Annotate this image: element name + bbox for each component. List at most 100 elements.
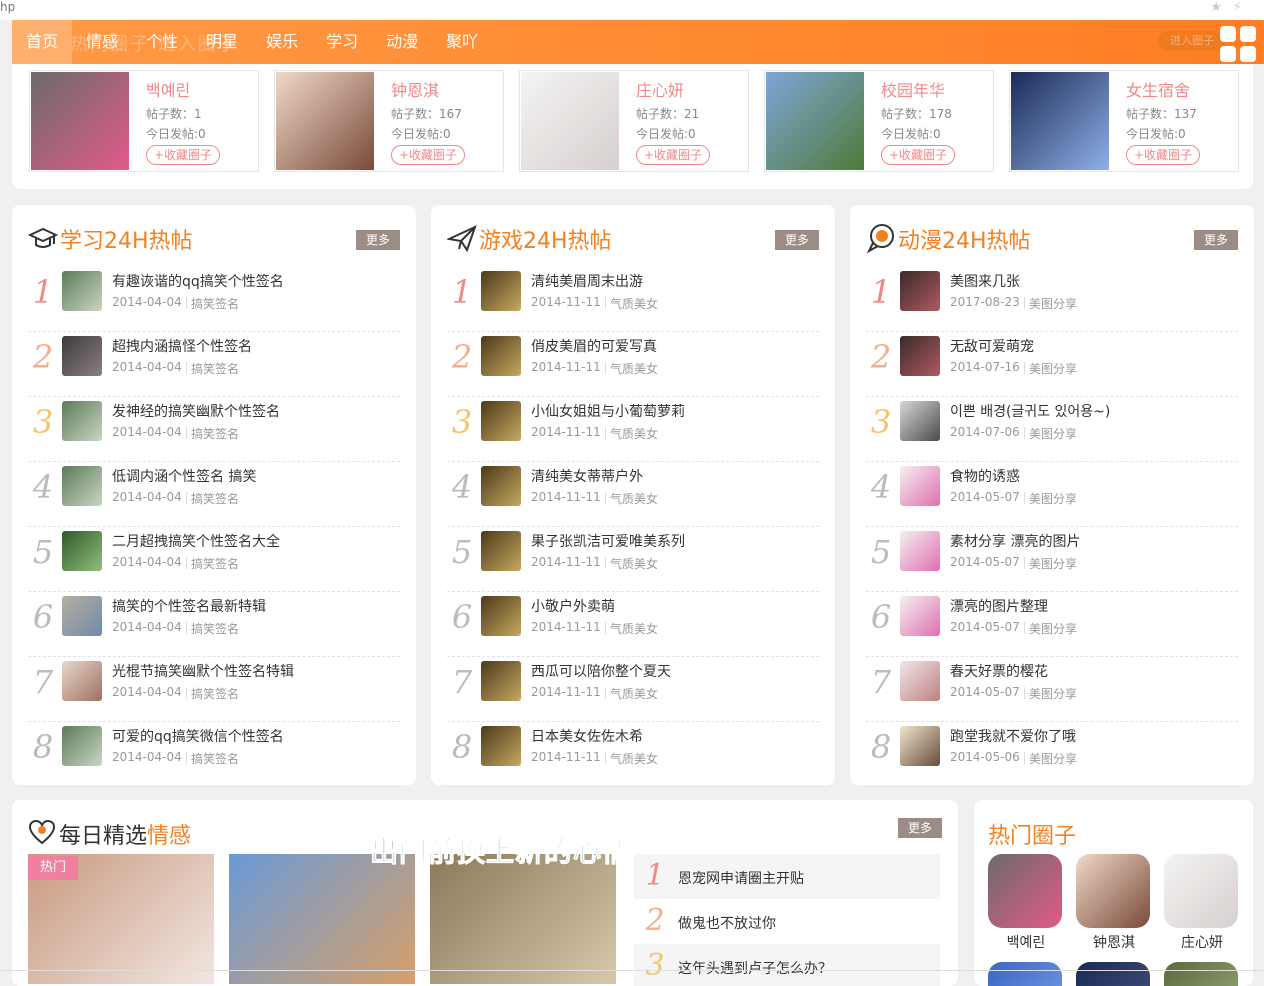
post-thumbnail[interactable] <box>62 726 102 766</box>
table-row[interactable]: 3 发神经的搞笑幽默个性签名 2014-04-04 搞笑签名 <box>28 397 400 462</box>
circle-thumbnail[interactable] <box>1011 72 1109 170</box>
news-title[interactable]: 做鬼也不放过你 <box>678 913 776 933</box>
table-row[interactable]: 8 日本美女佐佐木希 2014-11-11 气质美女 <box>447 722 819 787</box>
table-row[interactable]: 7 光棍节搞笑幽默个性签名特辑 2014-04-04 搞笑签名 <box>28 657 400 722</box>
daily-photo[interactable] <box>430 854 616 984</box>
post-category[interactable]: 气质美女 <box>610 425 658 442</box>
post-thumbnail[interactable] <box>481 596 521 636</box>
hot-circle-photo[interactable] <box>988 962 1062 986</box>
hot-circle-name[interactable]: 백예린 <box>988 932 1064 952</box>
table-row[interactable]: 5 果子张凯洁可爱唯美系列 2014-11-11 气质美女 <box>447 527 819 592</box>
circle-thumbnail[interactable] <box>276 72 374 170</box>
table-row[interactable]: 8 可爱的qq搞笑微信个性签名 2014-04-04 搞笑签名 <box>28 722 400 787</box>
post-thumbnail[interactable] <box>62 661 102 701</box>
post-category[interactable]: 气质美女 <box>610 750 658 767</box>
post-category[interactable]: 气质美女 <box>610 555 658 572</box>
post-category[interactable]: 搞笑签名 <box>191 295 239 312</box>
post-category[interactable]: 气质美女 <box>610 620 658 637</box>
table-row[interactable]: 7 春天好票的樱花 2014-05-07 美图分享 <box>866 657 1238 722</box>
post-category[interactable]: 美图分享 <box>1029 685 1077 702</box>
post-category[interactable]: 搞笑签名 <box>191 425 239 442</box>
table-row[interactable]: 6 搞笑的个性签名最新特辑 2014-04-04 搞笑签名 <box>28 592 400 657</box>
post-thumbnail[interactable] <box>900 466 940 506</box>
post-title[interactable]: 跑堂我就不爱你了哦 <box>950 726 1076 746</box>
table-row[interactable]: 3 이쁜 배경(글귀도 있어용~) 2014-07-06 美图分享 <box>866 397 1238 462</box>
post-title[interactable]: 春天好票的樱花 <box>950 661 1048 681</box>
post-category[interactable]: 美图分享 <box>1029 750 1077 767</box>
table-row[interactable]: 2 俏皮美眉的可爱写真 2014-11-11 气质美女 <box>447 332 819 397</box>
post-category[interactable]: 气质美女 <box>610 685 658 702</box>
grid-menu-icon[interactable] <box>1214 22 1264 64</box>
nav-item-study[interactable]: 学习 <box>312 20 372 64</box>
post-thumbnail[interactable] <box>62 401 102 441</box>
post-thumbnail[interactable] <box>900 336 940 376</box>
post-thumbnail[interactable] <box>481 726 521 766</box>
table-row[interactable]: 6 小敬户外卖萌 2014-11-11 气质美女 <box>447 592 819 657</box>
hot-circle-item[interactable]: 庄心妍 <box>1164 854 1240 952</box>
circle-thumbnail[interactable] <box>766 72 864 170</box>
post-category[interactable]: 搞笑签名 <box>191 490 239 507</box>
post-title[interactable]: 二月超拽搞笑个性签名大全 <box>112 531 280 551</box>
circle-thumbnail[interactable] <box>31 72 129 170</box>
post-thumbnail[interactable] <box>481 401 521 441</box>
favorite-circle-button[interactable]: +收藏圈子 <box>391 145 466 165</box>
post-thumbnail[interactable] <box>900 531 940 571</box>
circle-name[interactable]: 女生宿舍 <box>1126 77 1190 101</box>
post-title[interactable]: 低调内涵个性签名 搞笑 <box>112 466 256 486</box>
hot-circle-photo[interactable] <box>988 854 1062 928</box>
circle-card[interactable]: 백예린 帖子数：1 今日发帖:0 +收藏圈子 <box>29 70 259 172</box>
table-row[interactable]: 1 美图来几张 2017-08-23 美图分享 <box>866 267 1238 332</box>
post-title[interactable]: 可爱的qq搞笑微信个性签名 <box>112 726 284 746</box>
table-row[interactable]: 2 无敌可爱萌宠 2014-07-16 美图分享 <box>866 332 1238 397</box>
post-category[interactable]: 搞笑签名 <box>191 620 239 637</box>
favorite-circle-button[interactable]: +收藏圈子 <box>636 145 711 165</box>
favorite-circle-button[interactable]: +收藏圈子 <box>881 145 956 165</box>
star-icon[interactable]: ★ <box>1210 0 1222 15</box>
post-title[interactable]: 俏皮美眉的可爱写真 <box>531 336 657 356</box>
hot-circle-photo[interactable] <box>1076 962 1150 986</box>
post-category[interactable]: 气质美女 <box>610 360 658 377</box>
list-item[interactable]: 2 做鬼也不放过你 <box>634 899 940 944</box>
post-thumbnail[interactable] <box>62 271 102 311</box>
post-thumbnail[interactable] <box>900 726 940 766</box>
post-thumbnail[interactable] <box>481 531 521 571</box>
post-title[interactable]: 食物的诱惑 <box>950 466 1020 486</box>
address-bar-fragment[interactable]: hp <box>0 0 15 14</box>
post-category[interactable]: 美图分享 <box>1029 490 1077 507</box>
nav-item-anime[interactable]: 动漫 <box>372 20 432 64</box>
post-title[interactable]: 清纯美女蒂蒂户外 <box>531 466 643 486</box>
post-title[interactable]: 无敌可爱萌宠 <box>950 336 1034 356</box>
list-item[interactable]: 3 这年头遇到卢子怎么办？ <box>634 944 940 986</box>
post-title[interactable]: 小敬户外卖萌 <box>531 596 615 616</box>
post-title[interactable]: 搞笑的个性签名最新特辑 <box>112 596 266 616</box>
post-title[interactable]: 超拽内涵搞怪个性签名 <box>112 336 252 356</box>
post-category[interactable]: 美图分享 <box>1029 360 1077 377</box>
post-title[interactable]: 西瓜可以陪你整个夏天 <box>531 661 671 681</box>
lightning-icon[interactable]: ⚡ <box>1233 0 1242 15</box>
circle-card[interactable]: 校园年华 帖子数：178 今日发帖:0 +收藏圈子 <box>764 70 994 172</box>
table-row[interactable]: 8 跑堂我就不爱你了哦 2014-05-06 美图分享 <box>866 722 1238 787</box>
post-category[interactable]: 美图分享 <box>1029 555 1077 572</box>
circle-card[interactable]: 钟恩淇 帖子数：167 今日发帖:0 +收藏圈子 <box>274 70 504 172</box>
post-thumbnail[interactable] <box>62 531 102 571</box>
circle-name[interactable]: 庄心妍 <box>636 77 684 101</box>
post-title[interactable]: 素材分享 漂亮的图片 <box>950 531 1080 551</box>
table-row[interactable]: 2 超拽内涵搞怪个性签名 2014-04-04 搞笑签名 <box>28 332 400 397</box>
post-thumbnail[interactable] <box>900 401 940 441</box>
more-button[interactable]: 更多 <box>898 818 942 838</box>
favorite-circle-button[interactable]: +收藏圈子 <box>1126 145 1201 165</box>
favorite-circle-button[interactable]: +收藏圈子 <box>146 145 221 165</box>
more-button[interactable]: 更多 <box>775 230 819 250</box>
news-title[interactable]: 恩宠网申请圈主开贴 <box>678 868 804 888</box>
post-title[interactable]: 漂亮的图片整理 <box>950 596 1048 616</box>
table-row[interactable]: 1 清纯美眉周末出游 2014-11-11 气质美女 <box>447 267 819 332</box>
post-category[interactable]: 搞笑签名 <box>191 685 239 702</box>
table-row[interactable]: 6 漂亮的图片整理 2014-05-07 美图分享 <box>866 592 1238 657</box>
hot-circle-item[interactable]: 钟恩淇 <box>1076 854 1152 952</box>
post-category[interactable]: 气质美女 <box>610 295 658 312</box>
circle-card[interactable]: 庄心妍 帖子数：21 今日发帖:0 +收藏圈子 <box>519 70 749 172</box>
post-category[interactable]: 搞笑签名 <box>191 360 239 377</box>
table-row[interactable]: 3 小仙女姐姐与小葡萄萝莉 2014-11-11 气质美女 <box>447 397 819 462</box>
post-title[interactable]: 日本美女佐佐木希 <box>531 726 643 746</box>
hot-circle-item[interactable]: 백예린 <box>988 854 1064 952</box>
